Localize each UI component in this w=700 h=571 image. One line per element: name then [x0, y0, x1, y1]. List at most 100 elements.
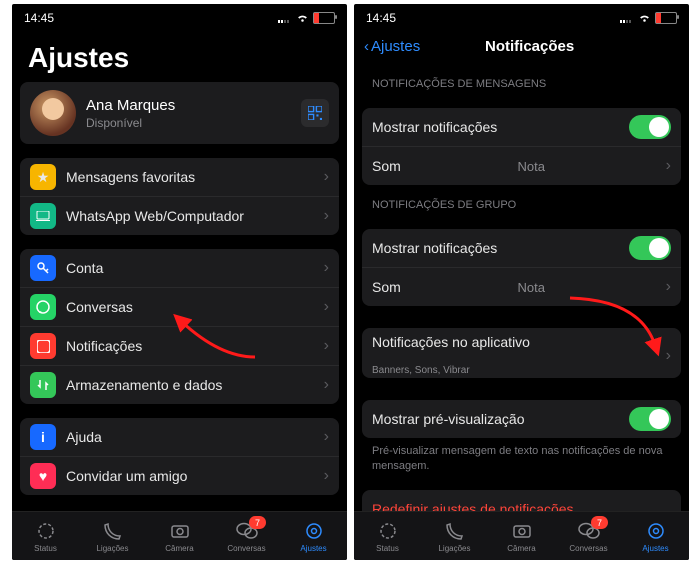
page-title: Ajustes — [12, 28, 347, 82]
tab-phone[interactable]: Ligações — [79, 512, 146, 560]
tab-label: Conversas — [569, 544, 607, 553]
tab-bar: Status Ligações Câmera Conversas 7 Ajustes — [354, 511, 689, 560]
data-usage-icon — [30, 372, 56, 398]
chevron-right-icon: › — [666, 157, 671, 175]
phone-icon — [102, 520, 124, 542]
row-value: Nota — [518, 280, 549, 295]
signal-icon — [620, 13, 634, 23]
tab-gear[interactable]: Ajustes — [280, 512, 347, 560]
tab-label: Conversas — [227, 544, 265, 553]
row-preview[interactable]: Mostrar pré-visualização — [362, 400, 681, 438]
group-inapp: Notificações no aplicativo Banners, Sons… — [362, 328, 681, 378]
battery-icon — [655, 12, 677, 24]
laptop-icon — [30, 203, 56, 229]
tab-label: Status — [34, 544, 57, 553]
settings-screen: 14:45 Ajustes Ana Marques Disponível ★ M… — [12, 4, 347, 560]
row-label: Notificações no aplicativo — [372, 334, 530, 350]
phone-icon — [444, 520, 466, 542]
tab-gear[interactable]: Ajustes — [622, 512, 689, 560]
group-preview: Mostrar pré-visualização — [362, 400, 681, 438]
tab-bubbles[interactable]: Conversas 7 — [213, 512, 280, 560]
row-grp-sound[interactable]: Som Nota › — [362, 267, 681, 306]
tab-label: Câmera — [165, 544, 193, 553]
tab-label: Câmera — [507, 544, 535, 553]
tab-camera[interactable]: Câmera — [488, 512, 555, 560]
row-label: Mostrar notificações — [372, 119, 497, 135]
chevron-right-icon: › — [666, 347, 671, 365]
wifi-icon — [296, 13, 309, 23]
row-label: Convidar um amigo — [66, 468, 187, 484]
chevron-right-icon: › — [324, 376, 329, 394]
row-label: Mostrar notificações — [372, 240, 497, 256]
tab-bubbles[interactable]: Conversas 7 — [555, 512, 622, 560]
row-label: Notificações — [66, 338, 142, 354]
row-grp-show[interactable]: Mostrar notificações — [362, 229, 681, 267]
row-inapp[interactable]: Notificações no aplicativo Banners, Sons… — [362, 328, 681, 378]
row-label: Conta — [66, 260, 103, 276]
status-right — [620, 12, 677, 24]
tab-label: Ajustes — [300, 544, 326, 553]
row-label: Conversas — [66, 299, 133, 315]
row-msg-sound[interactable]: Som Nota › — [362, 146, 681, 185]
row-msg-show[interactable]: Mostrar notificações — [362, 108, 681, 146]
row-label: Som — [372, 158, 401, 174]
status-icon — [35, 520, 57, 542]
toggle-on[interactable] — [629, 115, 671, 139]
clock: 14:45 — [24, 11, 54, 25]
row-account[interactable]: Conta › — [20, 249, 339, 287]
row-invite[interactable]: ♥ Convidar um amigo › — [20, 456, 339, 495]
battery-icon — [313, 12, 335, 24]
group-grp-notif: Mostrar notificações Som Nota › — [362, 229, 681, 306]
section-header-groups: NOTIFICAÇÕES DE GRUPO — [354, 185, 689, 215]
group-help: i Ajuda › ♥ Convidar um amigo › — [20, 418, 339, 495]
row-chats[interactable]: Conversas › — [20, 287, 339, 326]
profile-status: Disponível — [86, 116, 291, 130]
camera-icon — [169, 520, 191, 542]
group-main: Conta › Conversas › Notificações › Armaz… — [20, 249, 339, 404]
row-label: Armazenamento e dados — [66, 377, 222, 393]
row-starred[interactable]: ★ Mensagens favoritas › — [20, 158, 339, 196]
footer-preview: Pré-visualizar mensagem de texto nas not… — [354, 438, 689, 474]
tab-label: Ligações — [96, 544, 128, 553]
star-icon: ★ — [30, 164, 56, 190]
chat-icon — [30, 294, 56, 320]
row-label: WhatsApp Web/Computador — [66, 208, 244, 224]
profile-name: Ana Marques — [86, 97, 291, 114]
row-help[interactable]: i Ajuda › — [20, 418, 339, 456]
toggle-on[interactable] — [629, 236, 671, 260]
row-value: Nota — [518, 159, 549, 174]
key-icon — [30, 255, 56, 281]
status-bar: 14:45 — [12, 4, 347, 28]
gear-icon — [645, 520, 667, 542]
info-icon: i — [30, 424, 56, 450]
tab-status[interactable]: Status — [354, 512, 421, 560]
chevron-right-icon: › — [324, 337, 329, 355]
chevron-right-icon: › — [324, 467, 329, 485]
profile-row[interactable]: Ana Marques Disponível — [20, 82, 339, 144]
tab-camera[interactable]: Câmera — [146, 512, 213, 560]
qr-code-button[interactable] — [301, 99, 329, 127]
tab-bar: Status Ligações Câmera Conversas 7 Ajustes — [12, 511, 347, 560]
row-label: Som — [372, 279, 401, 295]
chevron-right-icon: › — [324, 168, 329, 186]
row-label: Ajuda — [66, 429, 102, 445]
row-notifications[interactable]: Notificações › — [20, 326, 339, 365]
row-storage[interactable]: Armazenamento e dados › — [20, 365, 339, 404]
tab-phone[interactable]: Ligações — [421, 512, 488, 560]
row-label: Mensagens favoritas — [66, 169, 195, 185]
chevron-right-icon: › — [324, 428, 329, 446]
tab-label: Ligações — [438, 544, 470, 553]
chevron-left-icon: ‹ — [364, 38, 369, 55]
tab-status[interactable]: Status — [12, 512, 79, 560]
row-sublabel: Banners, Sons, Vibrar — [372, 365, 470, 376]
row-label: Mostrar pré-visualização — [372, 411, 525, 427]
tab-label: Status — [376, 544, 399, 553]
badge: 7 — [591, 516, 608, 529]
bell-icon — [30, 333, 56, 359]
avatar — [30, 90, 76, 136]
wifi-icon — [638, 13, 651, 23]
row-webdesktop[interactable]: WhatsApp Web/Computador › — [20, 196, 339, 235]
nav-title: Notificações — [380, 38, 679, 55]
badge: 7 — [249, 516, 266, 529]
toggle-on[interactable] — [629, 407, 671, 431]
